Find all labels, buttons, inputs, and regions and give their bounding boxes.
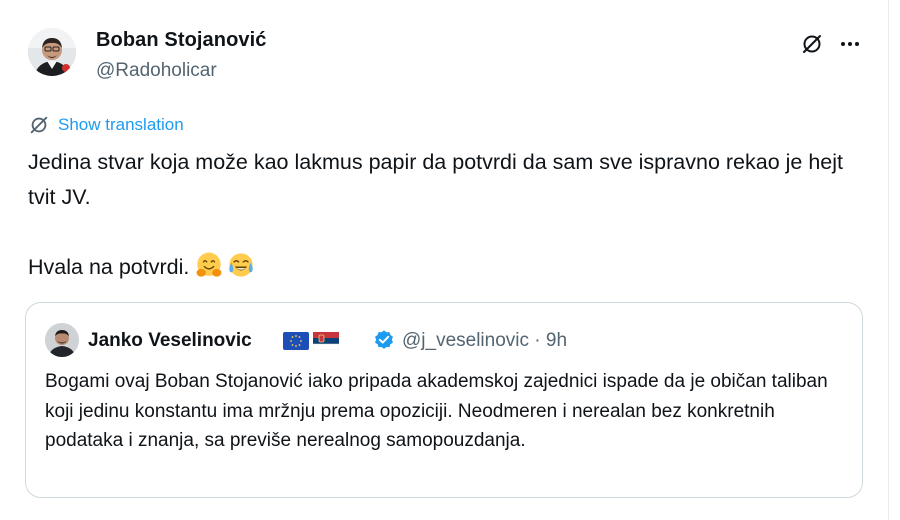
- show-translation-link[interactable]: Show translation: [28, 113, 184, 137]
- quoted-meta: @j_veselinovic · 9h: [402, 330, 567, 352]
- quoted-author-avatar[interactable]: [45, 323, 79, 357]
- eu-flag-icon: [283, 332, 309, 350]
- tweet-paragraph-2-text: Hvala na potvrdi.: [28, 255, 190, 279]
- tweet-paragraph-1: Jedina stvar koja može kao lakmus papir …: [28, 150, 844, 209]
- grok-button[interactable]: [798, 30, 826, 58]
- more-button[interactable]: [836, 30, 864, 58]
- serbia-flag-icon: [313, 332, 339, 350]
- show-translation-label: Show translation: [58, 115, 184, 134]
- author-handle[interactable]: @Radoholicar: [96, 60, 217, 82]
- quoted-tweet[interactable]: Janko Veselinovic @j_veselinovic · 9h Bo…: [25, 302, 863, 498]
- quoted-avatar-photo: [45, 323, 79, 357]
- author-name[interactable]: Boban Stojanović: [96, 29, 267, 52]
- quoted-text: Bogami ovaj Boban Stojanović iako pripad…: [45, 371, 828, 451]
- author-avatar[interactable]: [28, 28, 76, 76]
- meta-separator: ·: [534, 330, 541, 351]
- quoted-time[interactable]: 9h: [546, 330, 567, 351]
- grok-translate-icon: [30, 116, 48, 134]
- tears-of-joy-emoji: [229, 253, 254, 277]
- verified-badge-icon[interactable]: [373, 329, 395, 351]
- grok-icon: [803, 35, 821, 53]
- more-icon: [841, 42, 859, 46]
- quoted-handle[interactable]: @j_veselinovic: [402, 330, 529, 351]
- tweet-paragraph-2: Hvala na potvrdi.: [28, 250, 868, 285]
- hugging-face-emoji: [196, 252, 222, 277]
- tweet-card: Boban Stojanović @Radoholicar Show trans…: [0, 0, 889, 520]
- avatar-photo: [28, 28, 76, 76]
- quoted-author-name[interactable]: Janko Veselinovic: [88, 330, 252, 352]
- tweet-text: Jedina stvar koja može kao lakmus papir …: [28, 145, 868, 285]
